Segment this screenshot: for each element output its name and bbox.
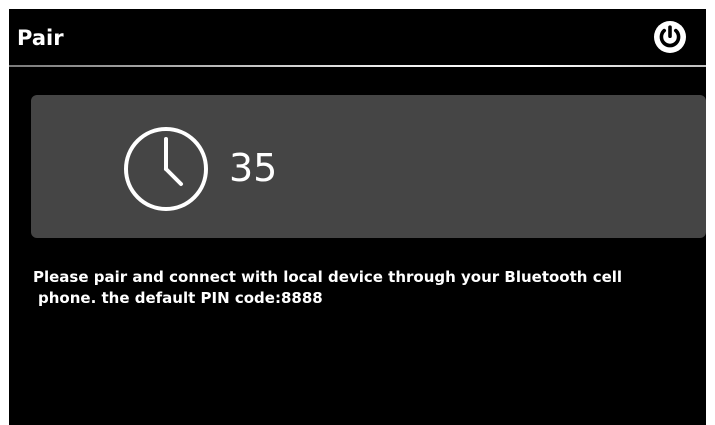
clock-icon: [122, 125, 210, 213]
pairing-instructions: Please pair and connect with local devic…: [33, 267, 703, 309]
power-icon: [654, 21, 686, 53]
power-button[interactable]: [652, 19, 688, 55]
header-bar: Pair: [9, 9, 706, 65]
instruction-line-2: phone. the default PIN code:8888: [38, 289, 323, 307]
timer-panel: 35: [31, 95, 706, 238]
header-divider: [9, 65, 706, 67]
pair-screen: Pair 35 Please pair and connect with loc…: [9, 9, 706, 425]
countdown-seconds: 35: [229, 146, 278, 190]
page-title: Pair: [17, 26, 64, 50]
instruction-line-1: Please pair and connect with local devic…: [33, 268, 623, 286]
